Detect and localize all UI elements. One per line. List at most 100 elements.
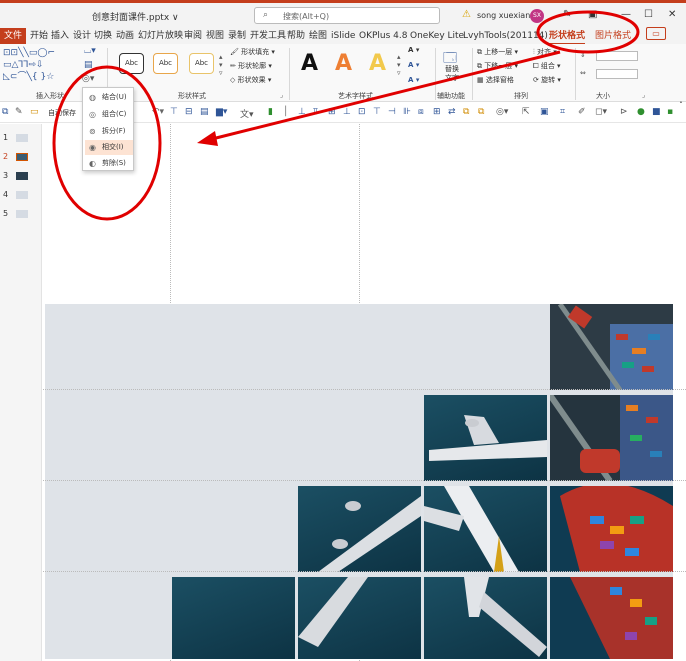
dialog-launcher-icon[interactable]: ⌟ <box>280 91 283 99</box>
image-tile[interactable] <box>172 577 295 659</box>
tab-view[interactable]: 视图 <box>206 29 224 43</box>
slide-thumbnail[interactable]: 3 <box>0 170 42 184</box>
more-icon[interactable]: ⊳ <box>620 107 628 117</box>
size-dialog-launcher-icon[interactable]: ⌟ <box>642 91 645 99</box>
shapes-icon[interactable]: ◻▾ <box>595 107 607 117</box>
bar-icon[interactable]: ▮ <box>268 107 273 117</box>
pen-tool-icon[interactable]: ✎ <box>15 107 23 117</box>
menu-item-intersect[interactable]: ◉ 相交(I) <box>85 140 133 155</box>
green-circle-icon[interactable]: ● <box>637 107 645 117</box>
shape-effects-button[interactable]: ◇ 形状效果 ▾ <box>230 75 271 85</box>
tab-file[interactable]: 文件 <box>0 28 26 44</box>
tab-islide[interactable]: iSlide <box>331 29 355 43</box>
tab-insert[interactable]: 插入 <box>51 29 69 43</box>
shape-fill-button[interactable]: 🖌 形状填充 ▾ <box>230 47 275 57</box>
art-scroll-icon[interactable]: ▴ ▾ ▿ <box>397 53 401 77</box>
group-button[interactable]: ⧠ 组合 ▾ <box>533 61 561 71</box>
slide-canvas[interactable] <box>43 124 686 661</box>
merge-shapes-icon[interactable]: ◎▾ <box>82 74 94 84</box>
paste-icon[interactable]: ⧉ <box>478 107 484 117</box>
bring-forward-button[interactable]: ⧉ 上移一层 ▾ <box>477 47 518 57</box>
send-backward-button[interactable]: ⧉ 下移一层 ▾ <box>477 61 518 71</box>
chart-icon[interactable]: ▣ <box>540 107 549 117</box>
image-tile[interactable] <box>424 486 547 572</box>
art-style-orange[interactable]: A <box>335 52 352 76</box>
matrix-icon[interactable]: ⊞ <box>433 107 441 117</box>
eyedropper-icon[interactable]: ✐ <box>578 107 586 117</box>
text-box-icon[interactable]: ▤ <box>84 60 93 70</box>
menu-item-union[interactable]: ◍ 结合(U) <box>85 90 133 105</box>
avatar[interactable]: SX <box>530 9 544 23</box>
resize-icon[interactable]: ⧈ <box>418 107 424 117</box>
style-scroll-icon[interactable]: ▴ ▾ ▿ <box>219 53 223 77</box>
maximize-button[interactable]: ☐ <box>644 9 653 20</box>
style-preset-dark[interactable]: Abc <box>119 53 144 74</box>
text-effects-icon[interactable]: A ▾ <box>408 76 419 84</box>
shapes-gallery-icon[interactable]: ⊡⊡╲╲▭◯⌐ <box>3 48 55 58</box>
center-h-icon[interactable]: ⊤ <box>373 107 381 117</box>
slide-thumbnail[interactable]: 4 <box>0 189 42 203</box>
guide-line[interactable] <box>43 389 686 390</box>
tab-picture-format[interactable]: 图片格式 <box>595 29 631 43</box>
menu-item-combine[interactable]: ◎ 组合(C) <box>85 107 133 122</box>
grid-icon[interactable]: ⊡ <box>358 107 366 117</box>
shapes-gallery-icon[interactable]: ▭△⅂⅂⇨⇩ <box>3 60 44 70</box>
tab-animations[interactable]: 动画 <box>116 29 134 43</box>
tab-onekey[interactable]: OneKey Lite <box>410 29 464 43</box>
tab-shape-format[interactable]: 形状格式 <box>549 29 586 45</box>
art-style-black[interactable]: A <box>301 52 318 76</box>
slide-thumbnail[interactable]: 1 <box>0 132 42 146</box>
tab-transitions[interactable]: 切换 <box>94 29 112 43</box>
tab-record[interactable]: 录制 <box>228 29 246 43</box>
width-field[interactable] <box>596 69 638 79</box>
guide-line[interactable] <box>43 571 686 572</box>
guide-line[interactable] <box>43 480 686 481</box>
align-left-icon[interactable]: ⊤ <box>170 107 178 117</box>
green-shape-icon[interactable]: ▪ <box>667 107 673 117</box>
tab-home[interactable]: 开始 <box>30 29 48 43</box>
align-bottom-icon[interactable]: ⊥ <box>343 107 351 117</box>
art-style-gold[interactable]: A <box>369 52 386 76</box>
image-tile[interactable] <box>424 577 547 659</box>
align-top-icon[interactable]: ⫪ <box>313 107 318 117</box>
text-fill-icon[interactable]: A ▾ <box>408 46 419 54</box>
text-outline-icon[interactable]: A ▾ <box>408 61 419 69</box>
slide-thumbnail[interactable]: 5 <box>0 208 42 222</box>
shapes-gallery-icon[interactable]: ◺⊂⌒╲{ }☆ <box>3 72 54 82</box>
slide-thumbnail[interactable]: 2 <box>0 151 42 165</box>
tab-slideshow[interactable]: 幻灯片放映 <box>138 29 183 43</box>
file-name[interactable]: 创意封面课件.pptx ∨ <box>92 10 179 23</box>
minimize-button[interactable]: — <box>621 9 631 20</box>
user-name[interactable]: song xuexian <box>477 11 530 20</box>
close-button[interactable]: ✕ <box>668 9 676 20</box>
text-icon[interactable]: 文▾ <box>240 107 254 120</box>
tab-help[interactable]: 帮助 <box>287 29 305 43</box>
shape-menu-icon[interactable]: ◎▾ <box>496 107 508 117</box>
selection-pane-button[interactable]: ▦ 选择窗格 <box>477 75 514 85</box>
comment-icon[interactable]: ▭ <box>646 27 666 40</box>
blue-square-icon[interactable]: ■ <box>652 107 661 117</box>
style-preset-gold[interactable]: Abc <box>189 53 214 74</box>
menu-item-fragment[interactable]: ⊚ 拆分(F) <box>85 124 133 139</box>
tab-draw[interactable]: 绘图 <box>309 29 327 43</box>
center-v-icon[interactable]: ⊣ <box>388 107 396 117</box>
autosave-label[interactable]: 自动保存 <box>48 108 76 118</box>
undo-icon[interactable]: ↶▾ <box>152 107 164 117</box>
image-tile[interactable] <box>550 304 673 390</box>
tab-lvyhtools[interactable]: LvyhTools(201114) <box>463 29 548 43</box>
tab-design[interactable]: 设计 <box>73 29 91 43</box>
edit-shape-icon[interactable]: ⌴▾ <box>84 46 96 56</box>
align-middle-icon[interactable]: ⊞ <box>328 107 336 117</box>
image-tile[interactable] <box>298 577 421 659</box>
copy-format-icon[interactable]: ⧉ <box>463 107 469 117</box>
link-icon[interactable]: ⇱ <box>522 107 530 117</box>
swap-icon[interactable]: ⇄ <box>448 107 456 117</box>
align-button[interactable]: ⫶ 对齐 ▾ <box>533 47 557 57</box>
search-box[interactable]: ⌕ 搜索(Alt+Q) <box>254 7 440 24</box>
tab-review[interactable]: 审阅 <box>184 29 202 43</box>
format-painter-icon[interactable]: ⧉ <box>2 107 8 117</box>
image-tile[interactable] <box>550 395 673 481</box>
crop-icon[interactable]: ⌗ <box>560 107 565 117</box>
slide[interactable] <box>45 304 673 659</box>
distribute-icon[interactable]: ⊥ <box>298 107 306 117</box>
